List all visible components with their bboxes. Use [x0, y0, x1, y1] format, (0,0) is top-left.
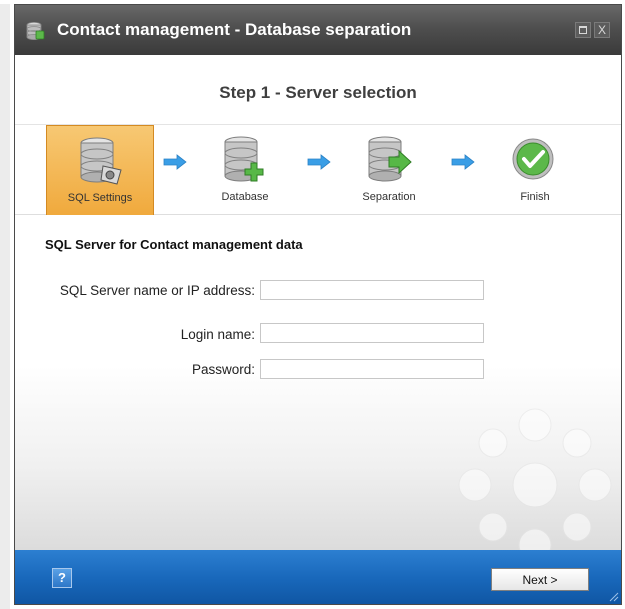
step-separation: Separation: [335, 125, 443, 217]
footer-bar: ? Next >: [15, 550, 621, 604]
sql-settings-icon: [80, 137, 122, 185]
step-title: Step 1 - Server selection: [219, 83, 417, 102]
wizard-steps: SQL Settings Database Separation Finish: [15, 125, 621, 217]
step-label: Finish: [520, 191, 550, 203]
checkmark-icon: [512, 138, 554, 180]
arrow-right-icon: [307, 154, 331, 170]
step-database: Database: [191, 125, 299, 217]
background-strip: [0, 0, 10, 609]
arrow-right-icon: [451, 154, 475, 170]
maximize-icon[interactable]: [575, 22, 591, 38]
step-finish: Finish: [481, 125, 589, 217]
password-label: Password:: [191, 362, 255, 377]
database-separation-icon: [368, 136, 412, 182]
window-title: Contact management - Database separation: [57, 20, 412, 39]
next-button[interactable]: Next >: [491, 568, 589, 591]
arrow-right-icon: [163, 154, 187, 170]
step-label: Separation: [362, 191, 416, 203]
password-input[interactable]: [260, 359, 484, 379]
title-bar[interactable]: Contact management - Database separation…: [15, 5, 621, 55]
server-label: SQL Server name or IP address:: [59, 283, 255, 298]
form-panel: SQL Server for Contact management data S…: [15, 215, 621, 550]
database-icon: [25, 21, 45, 46]
close-icon[interactable]: X: [594, 22, 610, 38]
server-input[interactable]: [260, 280, 484, 300]
step-label: SQL Settings: [67, 192, 133, 204]
database-add-icon: [224, 136, 264, 182]
section-title: SQL Server for Contact management data: [45, 237, 303, 252]
help-button[interactable]: ?: [52, 568, 72, 588]
login-label: Login name:: [180, 327, 255, 342]
step-sql-settings: SQL Settings: [46, 125, 154, 217]
resize-grip-icon[interactable]: [607, 590, 619, 602]
login-input[interactable]: [260, 323, 484, 343]
step-header: Step 1 - Server selection: [15, 55, 621, 125]
watermark-logo: [458, 408, 612, 550]
wizard-window: Contact management - Database separation…: [14, 4, 622, 605]
step-label: Database: [221, 191, 269, 203]
